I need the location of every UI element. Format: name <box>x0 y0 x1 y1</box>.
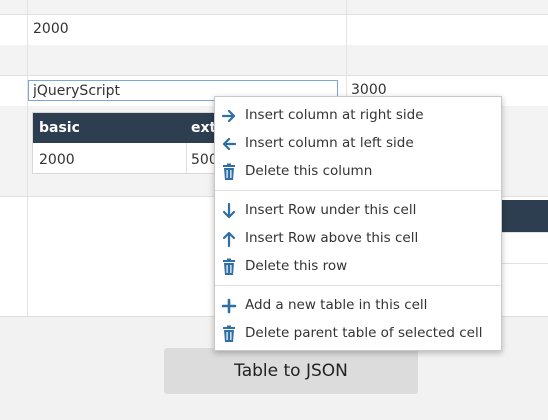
menu-item-delete-row[interactable]: Delete this row <box>215 254 501 280</box>
column-divider <box>27 0 28 316</box>
row-divider <box>0 14 548 15</box>
arrow-down-icon <box>222 202 236 219</box>
menu-separator <box>215 190 501 191</box>
menu-item-insert-column-right[interactable]: Insert column at right side <box>215 103 501 129</box>
trash-icon <box>223 325 235 342</box>
menu-item-label: Insert column at right side <box>245 107 424 123</box>
trash-icon <box>223 163 235 180</box>
menu-item-insert-row-above[interactable]: Insert Row above this cell <box>215 226 501 252</box>
nested-table: basic extr 2000 500 <box>32 112 228 174</box>
header-cell[interactable]: basic <box>39 120 80 136</box>
arrow-up-icon <box>222 231 236 248</box>
column-divider <box>186 143 187 173</box>
table-to-json-button[interactable]: Table to JSON <box>164 348 418 394</box>
menu-item-label: Insert column at left side <box>245 135 414 151</box>
menu-item-label: Delete parent table of selected cell <box>245 325 483 341</box>
menu-item-add-table[interactable]: Add a new table in this cell <box>215 293 501 319</box>
arrow-left-icon <box>222 137 237 151</box>
table-cell[interactable]: 2000 <box>33 21 69 37</box>
context-menu: Insert column at right side Insert colum… <box>214 96 502 351</box>
menu-item-delete-column[interactable]: Delete this column <box>215 159 501 185</box>
menu-separator <box>215 285 501 286</box>
plus-icon <box>221 298 237 314</box>
trash-icon <box>223 258 235 275</box>
table-row <box>0 45 548 76</box>
page: 2000 3000 basic extr 2000 500 Table to J… <box>0 0 548 420</box>
nested-table-header: basic extr <box>33 113 227 143</box>
menu-item-label: Insert Row under this cell <box>245 202 417 218</box>
menu-item-insert-column-left[interactable]: Insert column at left side <box>215 131 501 157</box>
table-cell[interactable]: 2000 <box>39 152 75 168</box>
menu-item-insert-row-under[interactable]: Insert Row under this cell <box>215 198 501 224</box>
menu-item-label: Insert Row above this cell <box>245 230 419 246</box>
menu-item-label: Delete this row <box>245 258 348 274</box>
arrow-right-icon <box>221 109 236 123</box>
table-row <box>0 0 548 15</box>
menu-item-label: Add a new table in this cell <box>245 297 428 313</box>
menu-item-label: Delete this column <box>245 163 373 179</box>
menu-item-delete-parent-table[interactable]: Delete parent table of selected cell <box>215 321 501 347</box>
